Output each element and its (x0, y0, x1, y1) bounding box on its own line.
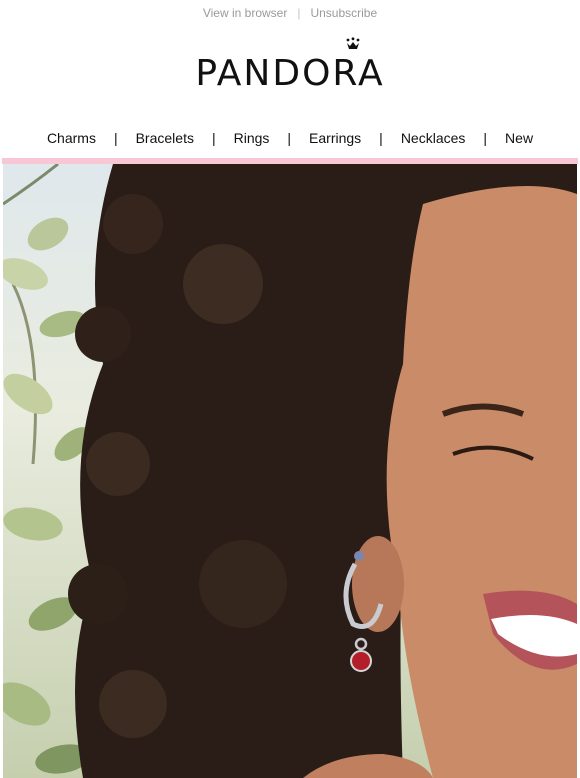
unsubscribe-link[interactable]: Unsubscribe (310, 6, 377, 20)
nav-item-necklaces[interactable]: Necklaces (401, 130, 466, 146)
hero-illustration (3, 164, 577, 778)
pandora-logo[interactable]: PANDORA (195, 36, 385, 94)
nav-separator: | (483, 130, 488, 146)
logo-text: PANDORA (195, 52, 385, 94)
face (386, 186, 577, 778)
nav-item-earrings[interactable]: Earrings (309, 130, 361, 146)
hero-image[interactable] (3, 164, 577, 778)
nav-separator: | (287, 130, 292, 146)
nav-item-bracelets[interactable]: Bracelets (136, 130, 194, 146)
nav-item-rings[interactable]: Rings (234, 130, 270, 146)
preheader: View in browser | Unsubscribe (0, 0, 580, 24)
view-in-browser-link[interactable]: View in browser (203, 6, 287, 20)
nav-separator: | (113, 130, 118, 146)
nav-separator: | (211, 130, 216, 146)
crown-icon (346, 36, 360, 49)
preheader-separator: | (297, 6, 301, 20)
nav-item-new[interactable]: New (505, 130, 533, 146)
nav-separator: | (379, 130, 383, 146)
header: PANDORA (0, 24, 580, 116)
nav-item-charms[interactable]: Charms (47, 130, 96, 146)
main-nav: Charms | Bracelets | Rings | Earrings | … (0, 118, 580, 158)
